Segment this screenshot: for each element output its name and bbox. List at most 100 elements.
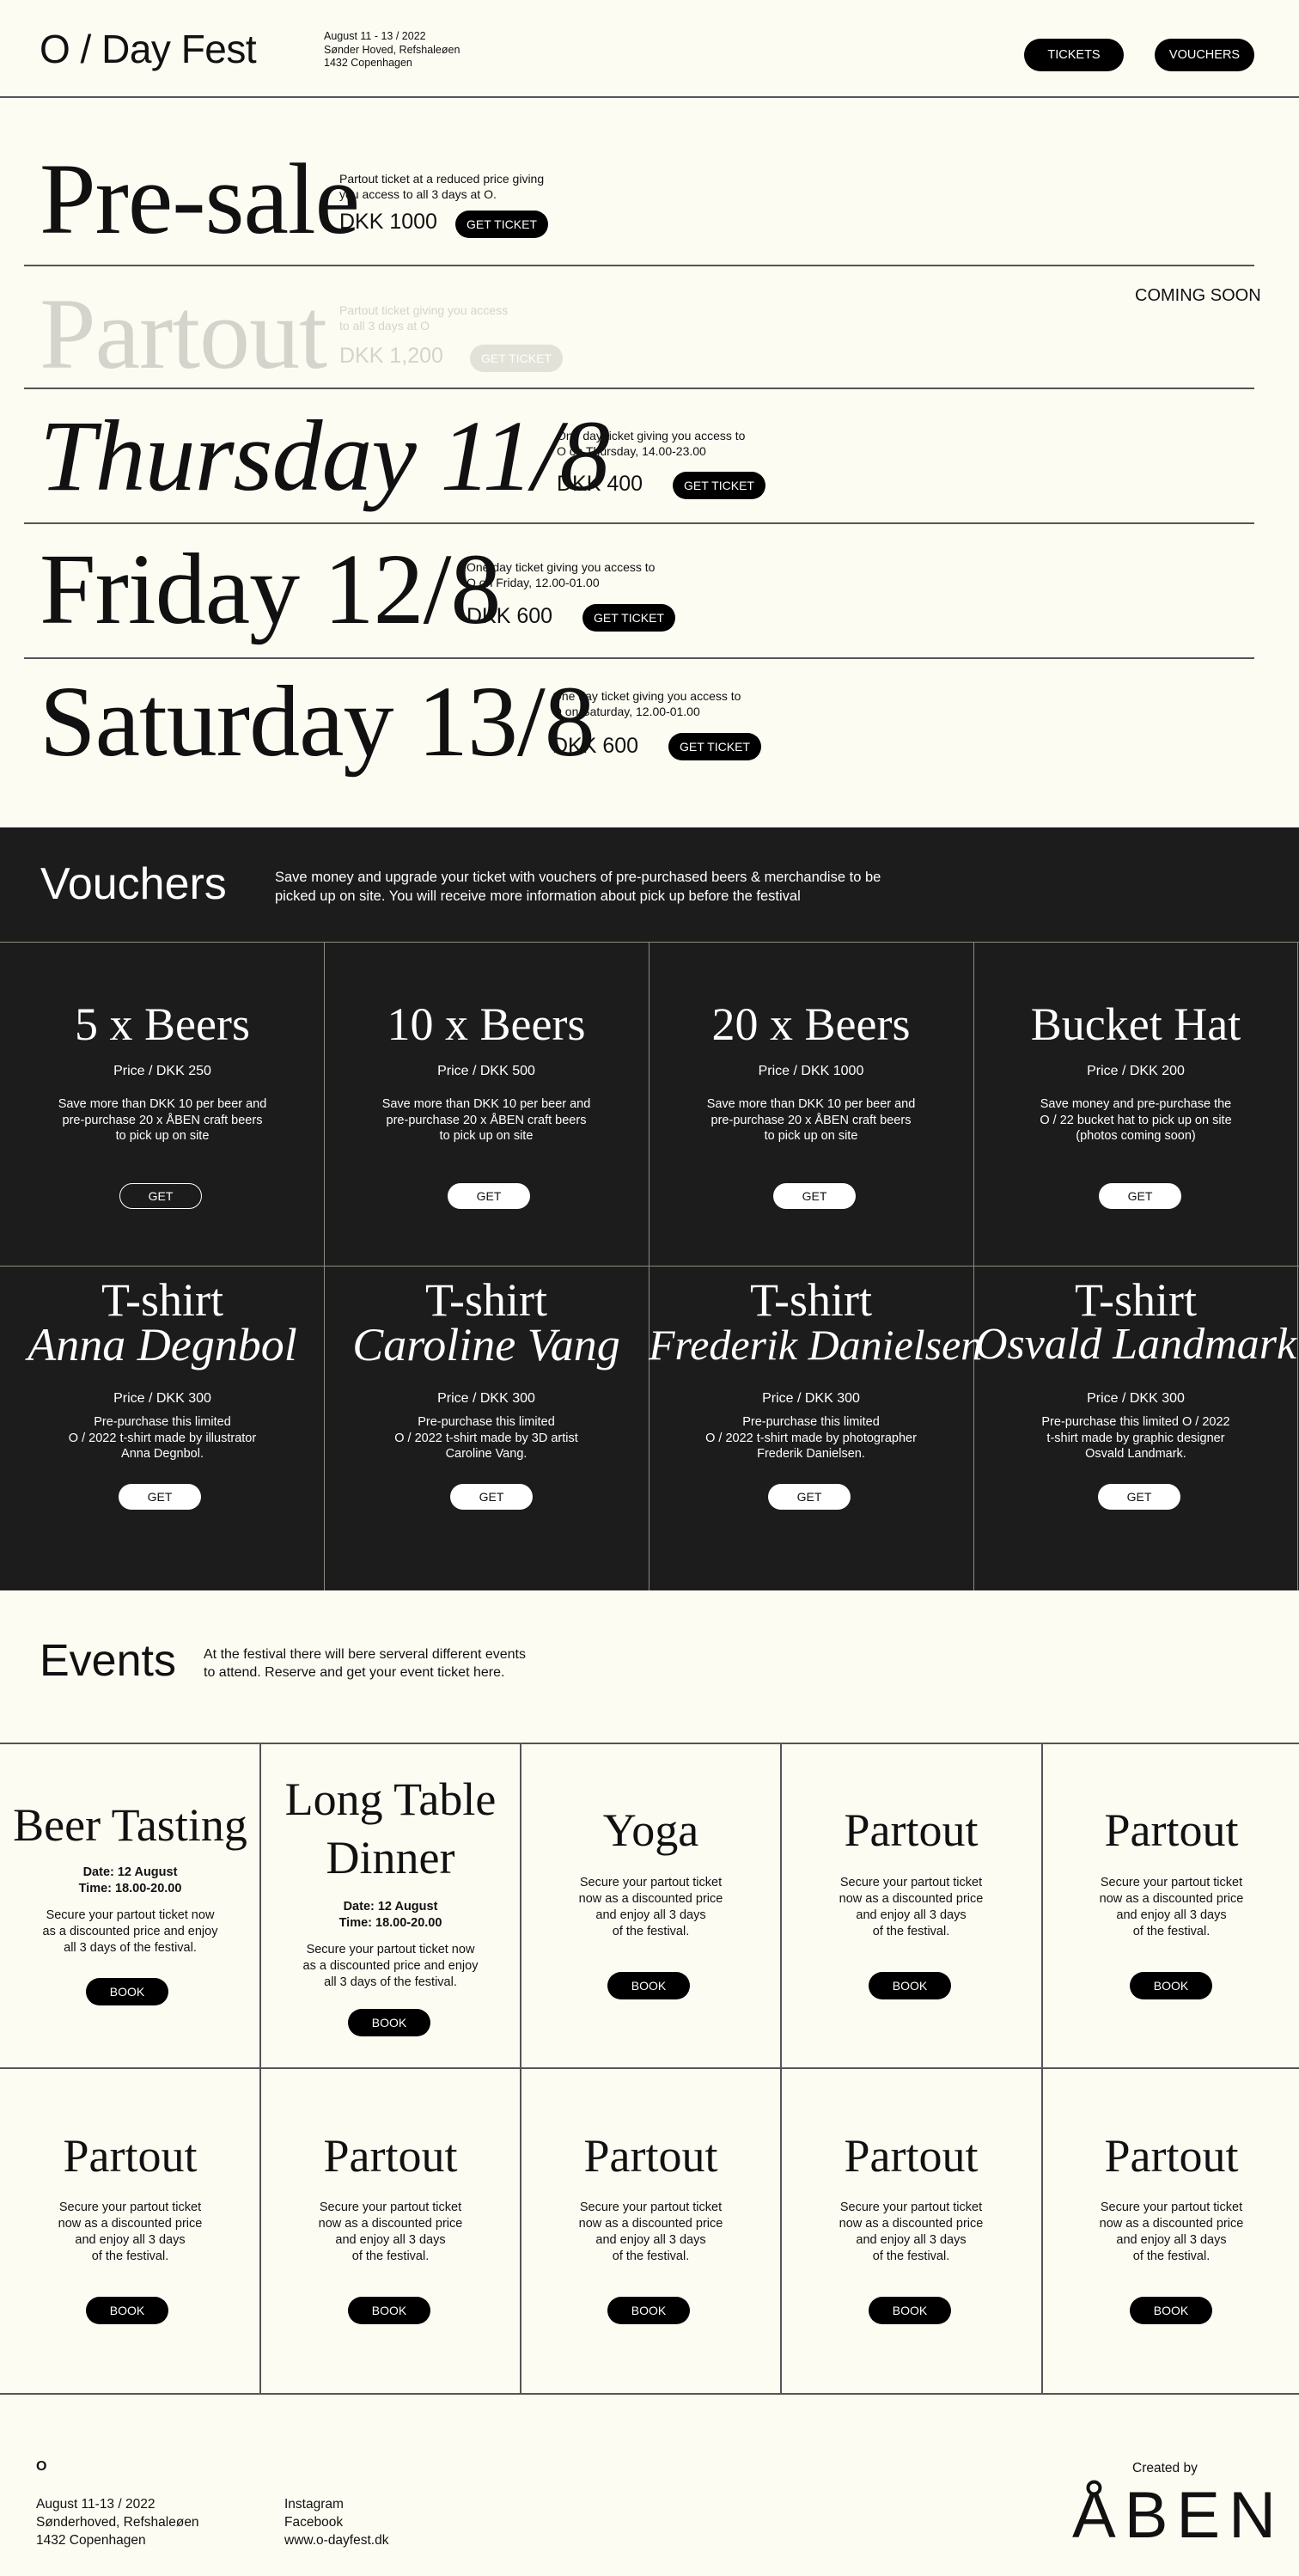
voucher-get-button[interactable]: GET bbox=[1099, 1183, 1181, 1209]
voucher-title: T-shirt bbox=[101, 1274, 223, 1326]
thursday-get-ticket-button[interactable]: GET TICKET bbox=[673, 472, 765, 499]
voucher-desc: Save money and pre-purchase the O / 22 bu… bbox=[1040, 1097, 1232, 1143]
event-book-button[interactable]: BOOK bbox=[869, 1972, 951, 1999]
website-link[interactable]: www.o-dayfest.dk bbox=[284, 2531, 388, 2549]
event-book-button[interactable]: BOOK bbox=[607, 1972, 690, 1999]
vouchers-nav-button[interactable]: VOUCHERS bbox=[1155, 39, 1254, 71]
event-card: Partout Secure your partout ticket now as… bbox=[0, 2068, 260, 2393]
event-title: Beer Tasting bbox=[13, 1799, 247, 1851]
event-book-button[interactable]: BOOK bbox=[869, 2297, 951, 2324]
event-desc: Secure your partout ticket now as a disco… bbox=[839, 2201, 984, 2263]
event-card: Partout Secure your partout ticket now as… bbox=[781, 1743, 1041, 2067]
event-card: Partout Secure your partout ticket now as… bbox=[1041, 1743, 1299, 2067]
voucher-price: Price / DKK 500 bbox=[437, 1064, 535, 1078]
voucher-title: 20 x Beers bbox=[711, 998, 911, 1050]
saturday-get-ticket-button[interactable]: GET TICKET bbox=[668, 733, 761, 760]
tickets-nav-button[interactable]: TICKETS bbox=[1024, 39, 1124, 71]
event-book-button[interactable]: BOOK bbox=[86, 1978, 168, 2005]
voucher-price: Price / DKK 200 bbox=[1087, 1064, 1185, 1078]
friday-get-ticket-button[interactable]: GET TICKET bbox=[582, 604, 675, 632]
event-title: Partout bbox=[844, 2130, 979, 2182]
event-date: Date: 12 August Time: 18.00-20.00 bbox=[78, 1865, 182, 1895]
voucher-subtitle: Frederik Danielsen bbox=[649, 1321, 983, 1369]
voucher-get-button[interactable]: GET bbox=[768, 1484, 851, 1510]
partout-get-ticket-button: GET TICKET bbox=[470, 345, 563, 372]
voucher-card: T-shirt Caroline Vang Price / DKK 300 Pr… bbox=[324, 1266, 649, 1590]
event-desc: Secure your partout ticket now as a disco… bbox=[58, 2201, 203, 2263]
voucher-desc: Pre-purchase this limited O / 2022 t-shir… bbox=[394, 1415, 578, 1461]
event-desc: Secure your partout ticket now as a disco… bbox=[302, 1943, 479, 1989]
voucher-get-button[interactable]: GET bbox=[119, 1183, 202, 1209]
voucher-get-button[interactable]: GET bbox=[448, 1183, 530, 1209]
event-desc: Secure your partout ticket now as a disco… bbox=[318, 2201, 463, 2263]
event-book-button[interactable]: BOOK bbox=[86, 2297, 168, 2324]
voucher-desc: Pre-purchase this limited O / 2022 t-shir… bbox=[68, 1415, 257, 1461]
events-title: Events bbox=[40, 1636, 176, 1686]
event-card: Partout Secure your partout ticket now as… bbox=[781, 2068, 1041, 2393]
event-book-button[interactable]: BOOK bbox=[348, 2297, 430, 2324]
voucher-get-button[interactable]: GET bbox=[119, 1484, 201, 1510]
facebook-link[interactable]: Facebook bbox=[284, 2513, 388, 2531]
voucher-get-button[interactable]: GET bbox=[1098, 1484, 1180, 1510]
partout-desc: Partout ticket giving you access to all 3… bbox=[339, 303, 509, 333]
created-by-label: Created by bbox=[1132, 2461, 1198, 2475]
event-desc: Secure your partout ticket now as a disco… bbox=[578, 2201, 723, 2263]
friday-desc: One day ticket giving you access to O on … bbox=[467, 560, 656, 589]
event-card: Beer Tasting Date: 12 August Time: 18.00-… bbox=[0, 1743, 260, 2067]
events-intro: At the festival there will bere serveral… bbox=[204, 1647, 526, 1680]
voucher-price: Price / DKK 1000 bbox=[758, 1064, 864, 1078]
event-desc: Secure your partout ticket now as a disco… bbox=[42, 1908, 218, 1955]
voucher-title: Bucket Hat bbox=[1030, 998, 1241, 1050]
event-book-button[interactable]: BOOK bbox=[1130, 1972, 1212, 1999]
event-card: Partout Secure your partout ticket now as… bbox=[260, 2068, 521, 2393]
voucher-price: Price / DKK 250 bbox=[113, 1064, 211, 1078]
voucher-card: T-shirt Osvald Landmark Price / DKK 300 … bbox=[973, 1266, 1298, 1590]
site-logo[interactable]: O / Day Fest bbox=[40, 26, 257, 72]
voucher-title: T-shirt bbox=[424, 1274, 547, 1326]
voucher-card: 10 x Beers Price / DKK 500 Save more tha… bbox=[324, 827, 649, 1266]
event-book-button[interactable]: BOOK bbox=[1130, 2297, 1212, 2324]
aben-logo[interactable]: ÅBEN bbox=[1072, 2481, 1284, 2550]
event-title: Partout bbox=[1104, 1804, 1239, 1856]
voucher-get-button[interactable]: GET bbox=[773, 1183, 856, 1209]
footer-links: Instagram Facebook www.o-dayfest.dk bbox=[284, 2495, 388, 2549]
voucher-card: 5 x Beers Price / DKK 250 Save more than… bbox=[0, 827, 325, 1266]
event-title: Partout bbox=[323, 2130, 458, 2182]
voucher-title: T-shirt bbox=[749, 1274, 872, 1326]
footer-logo[interactable]: O bbox=[36, 2459, 46, 2475]
voucher-get-button[interactable]: GET bbox=[450, 1484, 533, 1510]
divider bbox=[24, 388, 1254, 389]
voucher-title: T-shirt bbox=[1074, 1274, 1197, 1326]
instagram-link[interactable]: Instagram bbox=[284, 2495, 388, 2513]
voucher-desc: Save more than DKK 10 per beer and pre-pu… bbox=[58, 1097, 267, 1143]
friday-price: DKK 600 bbox=[467, 604, 553, 628]
event-title: Long Table Dinner bbox=[284, 1773, 497, 1883]
voucher-title: 10 x Beers bbox=[387, 998, 586, 1050]
voucher-price: Price / DKK 300 bbox=[113, 1391, 211, 1406]
presale-get-ticket-button[interactable]: GET TICKET bbox=[455, 211, 548, 238]
voucher-card: T-shirt Frederik Danielsen Price / DKK 3… bbox=[649, 1266, 982, 1590]
event-card: Long Table Dinner Date: 12 August Time: 1… bbox=[260, 1743, 521, 2067]
voucher-card: Bucket Hat Price / DKK 200 Save money an… bbox=[973, 827, 1298, 1266]
divider bbox=[24, 657, 1254, 659]
event-card: Yoga Secure your partout ticket now as a … bbox=[521, 1743, 781, 2067]
event-title: Partout bbox=[1104, 2130, 1239, 2182]
event-desc: Secure your partout ticket now as a disco… bbox=[839, 1876, 984, 1938]
voucher-subtitle: Anna Degnbol bbox=[27, 1319, 297, 1370]
saturday-desc: One day ticket giving you access to O on … bbox=[552, 689, 741, 718]
partout-title: Partout bbox=[40, 278, 327, 390]
saturday-price: DKK 600 bbox=[552, 734, 639, 758]
friday-title: Friday 12/8 bbox=[40, 533, 501, 645]
event-title: Partout bbox=[844, 1804, 979, 1856]
presale-price: DKK 1000 bbox=[339, 210, 437, 234]
voucher-desc: Pre-purchase this limited O / 2022 t-shir… bbox=[705, 1415, 917, 1461]
voucher-price: Price / DKK 300 bbox=[437, 1391, 535, 1406]
coming-soon-label: COMING SOON bbox=[1135, 286, 1261, 305]
voucher-desc: Save more than DKK 10 per beer and pre-pu… bbox=[381, 1097, 591, 1143]
event-title: Yoga bbox=[602, 1804, 699, 1856]
presale-title: Pre-sale bbox=[40, 143, 360, 255]
event-book-button[interactable]: BOOK bbox=[607, 2297, 690, 2324]
voucher-price: Price / DKK 300 bbox=[762, 1391, 860, 1406]
voucher-price: Price / DKK 300 bbox=[1087, 1391, 1185, 1406]
event-book-button[interactable]: BOOK bbox=[348, 2009, 430, 2036]
